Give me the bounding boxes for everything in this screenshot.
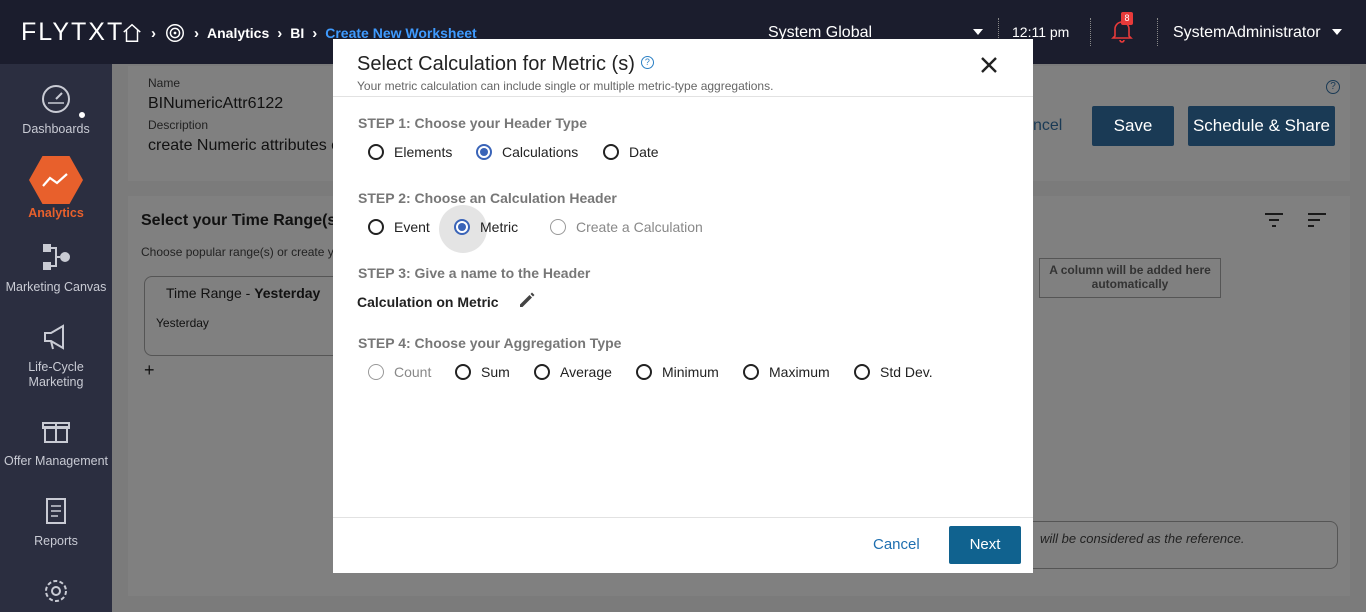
name-label: Name [148,76,181,90]
pencil-icon[interactable] [517,290,537,310]
radio-create-calculation[interactable]: Create a Calculation [550,219,703,235]
sidebar-item-label: Marketing Canvas [5,280,107,294]
aggregation-type-group: Count Sum Average Minimum Maximum Std De… [368,364,933,380]
description-input[interactable]: create Numeric attributes c [148,137,339,155]
modal-subtitle: Your metric calculation can include sing… [357,79,774,93]
divider [1090,18,1091,46]
active-indicator [77,110,87,120]
help-icon[interactable]: ? [1326,80,1340,94]
radio-minimum[interactable]: Minimum [636,364,743,380]
user-menu[interactable]: SystemAdministrator [1173,24,1321,42]
sidebar-item-reports[interactable]: Reports [0,492,112,548]
radio-button[interactable] [455,364,471,380]
document-icon [46,498,66,524]
column-placeholder: A column will be added here automaticall… [1039,258,1221,298]
next-button[interactable]: Next [949,526,1021,564]
calculation-modal: Select Calculation for Metric (s)? Your … [333,39,1033,573]
notification-badge: 8 [1121,12,1133,25]
chevron-right-icon: › [277,24,283,42]
radio-button[interactable] [636,364,652,380]
reference-note: will be considered as the reference. [1032,521,1338,569]
radio-metric[interactable]: Metric [454,219,550,235]
radio-button[interactable] [743,364,759,380]
radio-button[interactable] [368,364,384,380]
time-range-item[interactable]: Time Range - Yesterday Yesterday [144,276,344,356]
calculation-header-group: Event Metric Create a Calculation [368,219,703,235]
step4-label: STEP 4: Choose your Aggregation Type [358,335,622,351]
app-logo[interactable]: FLYTXT [21,18,124,47]
help-icon[interactable]: ? [640,56,654,70]
sidebar-item-dashboards[interactable]: Dashboards [0,80,112,136]
breadcrumb-bi[interactable]: BI [290,25,304,41]
chevron-right-icon: › [312,24,318,42]
radio-button[interactable] [476,144,492,160]
radio-button[interactable] [454,219,470,235]
divider [333,517,1033,518]
megaphone-icon [44,324,64,350]
modal-title: Select Calculation for Metric (s)? [357,53,654,76]
chevron-down-icon[interactable] [1332,29,1342,35]
schedule-share-button[interactable]: Schedule & Share [1188,106,1335,146]
sort-icon[interactable] [1306,211,1328,229]
time-range-item-title: Time Range - Yesterday [166,285,321,301]
radio-count[interactable]: Count [368,364,455,380]
name-input[interactable]: BINumericAttr6122 [148,95,283,113]
speedometer-icon [42,85,70,113]
header-type-group: Elements Calculations Date [368,144,659,160]
step1-label: STEP 1: Choose your Header Type [358,115,587,131]
description-label: Description [148,118,209,132]
radio-average[interactable]: Average [534,364,636,380]
cancel-link[interactable]: ncel [1033,117,1062,135]
radio-button[interactable] [368,219,384,235]
flow-icon [43,244,70,270]
radio-button[interactable] [550,219,566,235]
sidebar-item-analytics[interactable]: Analytics [0,156,112,220]
sidebar-item-settings[interactable] [0,572,112,612]
sidebar-item-marketing-canvas[interactable]: Marketing Canvas [0,238,112,294]
radio-std-dev[interactable]: Std Dev. [854,364,933,380]
add-time-range-button[interactable]: + [144,360,155,381]
radio-maximum[interactable]: Maximum [743,364,854,380]
home-icon[interactable] [121,22,143,44]
close-icon[interactable] [977,53,1001,77]
step2-label: STEP 2: Choose an Calculation Header [358,190,617,206]
save-button[interactable]: Save [1092,106,1174,146]
sidebar-item-label: Life-Cycle Marketing [28,360,84,389]
radio-button[interactable] [534,364,550,380]
sidebar-item-life-cycle-marketing[interactable]: Life-Cycle Marketing [0,318,112,390]
radio-button[interactable] [603,144,619,160]
divider [1157,18,1158,46]
radio-event[interactable]: Event [368,219,454,235]
radio-button[interactable] [368,144,384,160]
clock-time: 12:11 pm [1012,24,1070,40]
time-range-subtitle: Choose popular range(s) or create y [141,245,334,259]
gear-icon [45,580,67,602]
radio-sum[interactable]: Sum [455,364,534,380]
header-name: Calculation on Metric [357,294,499,310]
line-chart-icon [42,173,68,187]
gift-icon [42,422,70,443]
filter-icon[interactable] [1263,211,1285,229]
time-range-title: Select your Time Range(s [141,212,337,229]
breadcrumb-analytics[interactable]: Analytics [207,25,269,41]
divider [333,96,1033,97]
radio-button[interactable] [854,364,870,380]
chevron-down-icon[interactable] [973,29,983,35]
chevron-right-icon: › [151,24,156,42]
chevron-right-icon: › [194,24,199,42]
sidebar-item-label: Reports [34,534,78,548]
sidebar-item-offer-management[interactable]: Offer Management [0,412,112,468]
cancel-button[interactable]: Cancel [873,536,920,553]
sidebar-item-label: Offer Management [4,454,108,468]
step3-label: STEP 3: Give a name to the Header [358,265,591,281]
time-range-item-value: Yesterday [156,316,209,330]
sidebar-item-label: Analytics [28,206,84,220]
radio-calculations[interactable]: Calculations [476,144,603,160]
radio-elements[interactable]: Elements [368,144,476,160]
radio-date[interactable]: Date [603,144,659,160]
target-icon[interactable] [164,22,186,44]
sidebar-item-label: Dashboards [22,122,90,136]
